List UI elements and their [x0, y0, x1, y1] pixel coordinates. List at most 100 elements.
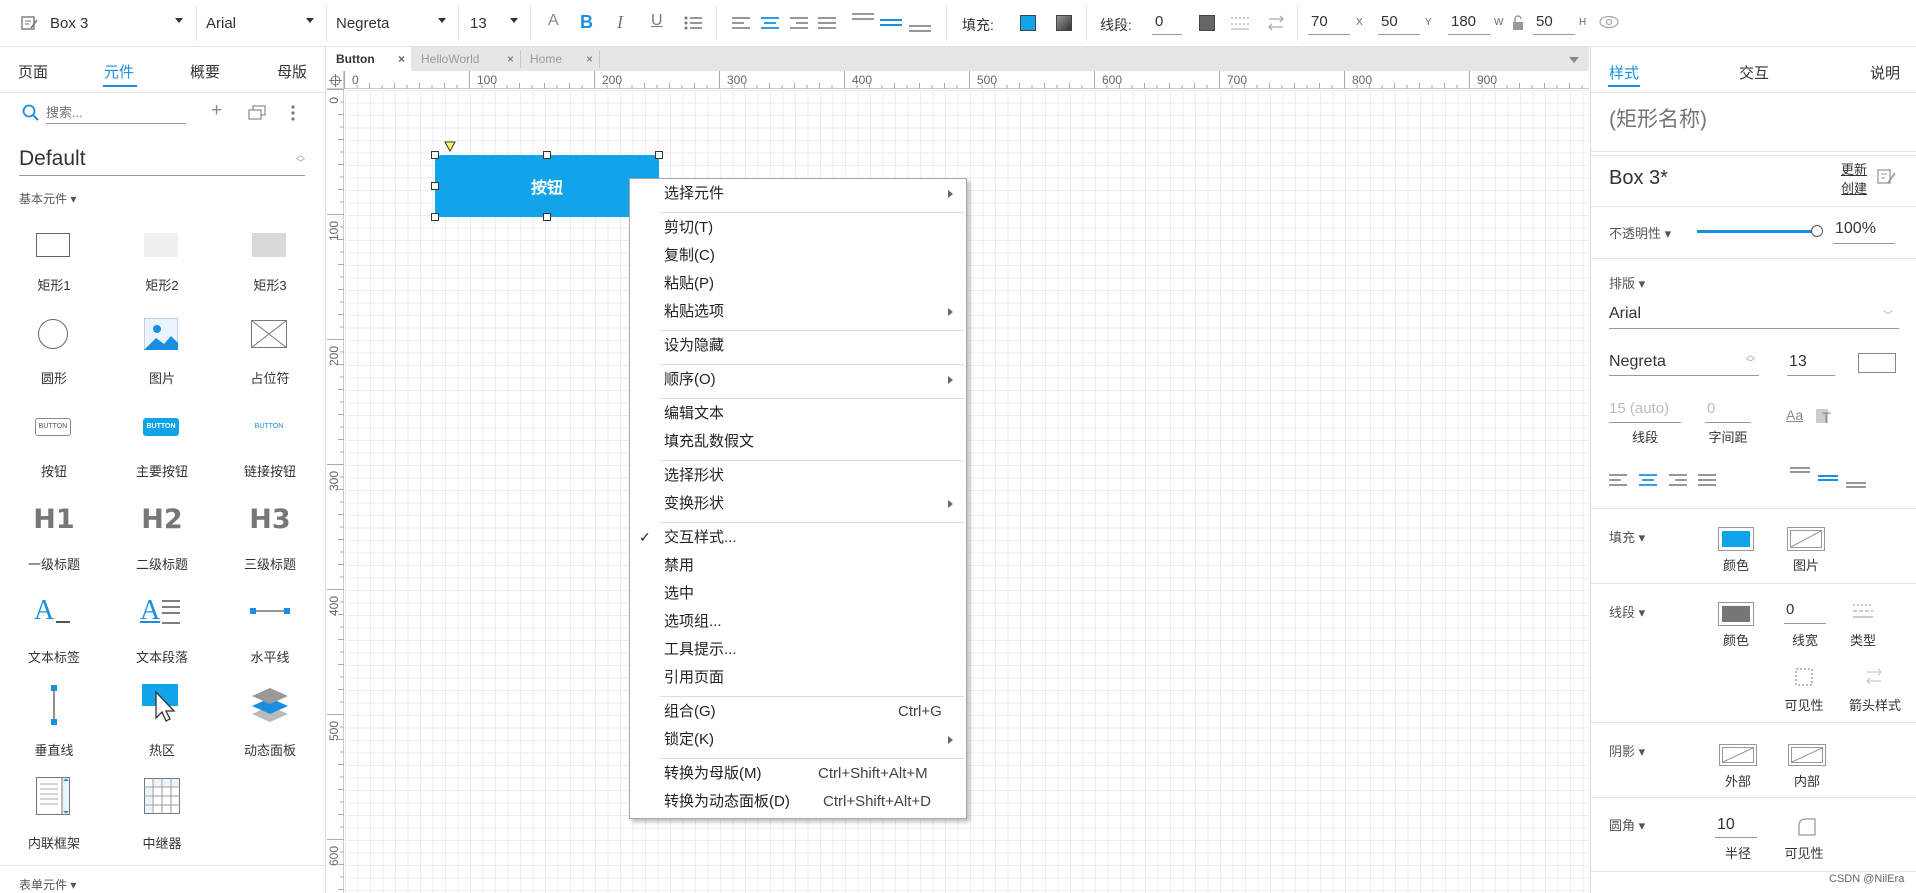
font-family-select[interactable]: Arial: [206, 8, 316, 38]
widget-repeater[interactable]: 中继器: [108, 778, 216, 851]
widget-rectangle3[interactable]: 矩形3: [216, 223, 324, 293]
visibility-eye-icon[interactable]: [1599, 15, 1619, 29]
shape-name-input[interactable]: [1609, 105, 1899, 135]
menu-item-select-shape[interactable]: 选择形状: [664, 464, 724, 488]
widget-hotspot[interactable]: 热区: [108, 684, 216, 758]
menu-item-convert-master[interactable]: 转换为母版(M): [664, 762, 762, 786]
menu-item-selected[interactable]: 选中: [664, 582, 694, 606]
element-name-select[interactable]: Box 3: [50, 8, 190, 38]
close-icon[interactable]: ×: [398, 47, 405, 71]
tabs-dropdown-icon[interactable]: [1569, 57, 1579, 63]
menu-item-set-hidden[interactable]: 设为隐藏: [664, 334, 724, 358]
resize-handle[interactable]: [655, 151, 663, 159]
menu-item-paste[interactable]: 粘贴(P): [664, 272, 714, 296]
chevron-down-icon[interactable]: [510, 18, 518, 23]
bold-icon[interactable]: B: [580, 12, 593, 33]
menu-item-tooltip[interactable]: 工具提示...: [664, 638, 737, 662]
resize-handle[interactable]: [431, 213, 439, 221]
library-menu-icon[interactable]: [248, 105, 266, 121]
menu-item-order[interactable]: 顺序(O): [664, 368, 716, 392]
tab-helloworld[interactable]: HelloWorld ×: [412, 47, 520, 71]
widget-button[interactable]: BUTTON 按钮: [0, 409, 108, 479]
section-basic-widgets[interactable]: 基本元件 ▾: [19, 190, 76, 207]
menu-item-reference-page[interactable]: 引用页面: [664, 666, 724, 690]
widget-ellipse[interactable]: 圆形: [0, 316, 108, 386]
widget-placeholder[interactable]: 占位符: [216, 316, 324, 386]
underline-icon[interactable]: U: [651, 12, 663, 30]
widget-search-input[interactable]: [46, 102, 186, 124]
menu-item-transform-shape[interactable]: 变换形状: [664, 492, 724, 516]
menu-item-paste-options[interactable]: 粘贴选项: [664, 300, 724, 324]
canvas-box-button[interactable]: 按钮: [435, 155, 659, 217]
style-edit-icon[interactable]: [20, 14, 38, 32]
align-center-icon[interactable]: [761, 16, 779, 30]
valign-bottom-icon[interactable]: [909, 24, 931, 34]
chevron-down-icon[interactable]: [175, 18, 183, 23]
chevron-down-icon[interactable]: ﹀: [1883, 307, 1893, 322]
tab-interactions[interactable]: 交互: [1739, 62, 1769, 83]
resize-handle[interactable]: [543, 151, 551, 159]
line-height-input[interactable]: 15 (auto): [1609, 400, 1669, 417]
tab-widgets[interactable]: 元件: [104, 61, 134, 82]
valign-middle-icon[interactable]: [1818, 474, 1838, 484]
valign-top-icon[interactable]: [1790, 466, 1810, 476]
widget-rectangle1[interactable]: 矩形1: [0, 223, 108, 293]
widget-heading2[interactable]: H2 二级标题: [108, 502, 216, 572]
border-visibility-icon[interactable]: [1795, 668, 1813, 686]
create-style-link[interactable]: 创建: [1841, 178, 1867, 197]
y-input[interactable]: 50: [1381, 13, 1398, 30]
fill-color-swatch[interactable]: [1020, 15, 1036, 31]
font-weight-select[interactable]: Negreta: [1609, 353, 1666, 371]
fill-color-swatch[interactable]: [1718, 527, 1754, 551]
tab-button[interactable]: Button ×: [327, 47, 411, 71]
border-type-icon[interactable]: [1853, 603, 1873, 621]
align-justify-icon[interactable]: [818, 16, 836, 30]
menu-item-group[interactable]: 组合(G): [664, 700, 716, 724]
menu-item-fill-lorem[interactable]: 填充乱数假文: [664, 430, 754, 454]
widget-inline-frame[interactable]: 内联框架: [0, 777, 108, 851]
tab-outline[interactable]: 概要: [190, 61, 220, 82]
chevron-down-icon[interactable]: [438, 18, 446, 23]
border-color-swatch[interactable]: [1718, 602, 1754, 626]
corner-visibility-icon[interactable]: [1798, 818, 1816, 836]
library-select[interactable]: Default: [19, 147, 86, 171]
close-icon[interactable]: ×: [507, 47, 514, 71]
menu-item-disabled[interactable]: 禁用: [664, 554, 694, 578]
font-family-select[interactable]: Arial: [1609, 305, 1641, 323]
close-icon[interactable]: ×: [586, 47, 593, 71]
tab-masters[interactable]: 母版: [277, 61, 307, 82]
inner-shadow-icon[interactable]: [1788, 744, 1826, 766]
widget-vertical-line[interactable]: 垂直线: [0, 685, 108, 758]
resize-handle[interactable]: [431, 151, 439, 159]
x-input[interactable]: 70: [1311, 13, 1328, 30]
widget-horizontal-line[interactable]: 水平线: [216, 595, 324, 665]
outer-shadow-icon[interactable]: [1719, 744, 1757, 766]
widget-heading1[interactable]: H1 一级标题: [0, 502, 108, 572]
menu-item-option-group[interactable]: 选项组...: [664, 610, 722, 634]
italic-icon[interactable]: I: [617, 12, 623, 33]
text-shadow-swatch[interactable]: [1858, 353, 1896, 373]
corner-radius-handle-icon[interactable]: [444, 141, 456, 152]
shadow-swatch[interactable]: [1056, 15, 1072, 31]
align-right-icon[interactable]: [1669, 473, 1687, 487]
arrow-style-icon[interactable]: [1865, 668, 1885, 686]
opacity-slider-track[interactable]: [1697, 230, 1817, 233]
fill-image-icon[interactable]: [1787, 527, 1825, 551]
arrow-style-icon[interactable]: [1267, 15, 1285, 31]
add-library-icon[interactable]: +: [211, 100, 222, 122]
tab-home[interactable]: Home ×: [521, 47, 599, 71]
align-left-icon[interactable]: [732, 16, 750, 30]
font-size-input[interactable]: 13: [1789, 353, 1807, 371]
font-size-select[interactable]: 13: [470, 8, 520, 38]
widget-dynamic-panel[interactable]: 动态面板: [216, 688, 324, 758]
widget-text-label[interactable]: A 文本标签: [0, 595, 108, 665]
line-color-swatch[interactable]: [1199, 15, 1215, 31]
edit-style-icon[interactable]: [1877, 168, 1897, 186]
char-spacing-input[interactable]: 0: [1707, 400, 1715, 417]
tab-notes[interactable]: 说明: [1870, 62, 1900, 83]
align-justify-icon[interactable]: [1698, 473, 1716, 487]
widget-link-button[interactable]: BUTTON 链接按钮: [216, 409, 324, 479]
text-format-icon[interactable]: T: [1816, 409, 1834, 425]
valign-middle-icon[interactable]: [880, 18, 902, 28]
align-right-icon[interactable]: [790, 16, 808, 30]
